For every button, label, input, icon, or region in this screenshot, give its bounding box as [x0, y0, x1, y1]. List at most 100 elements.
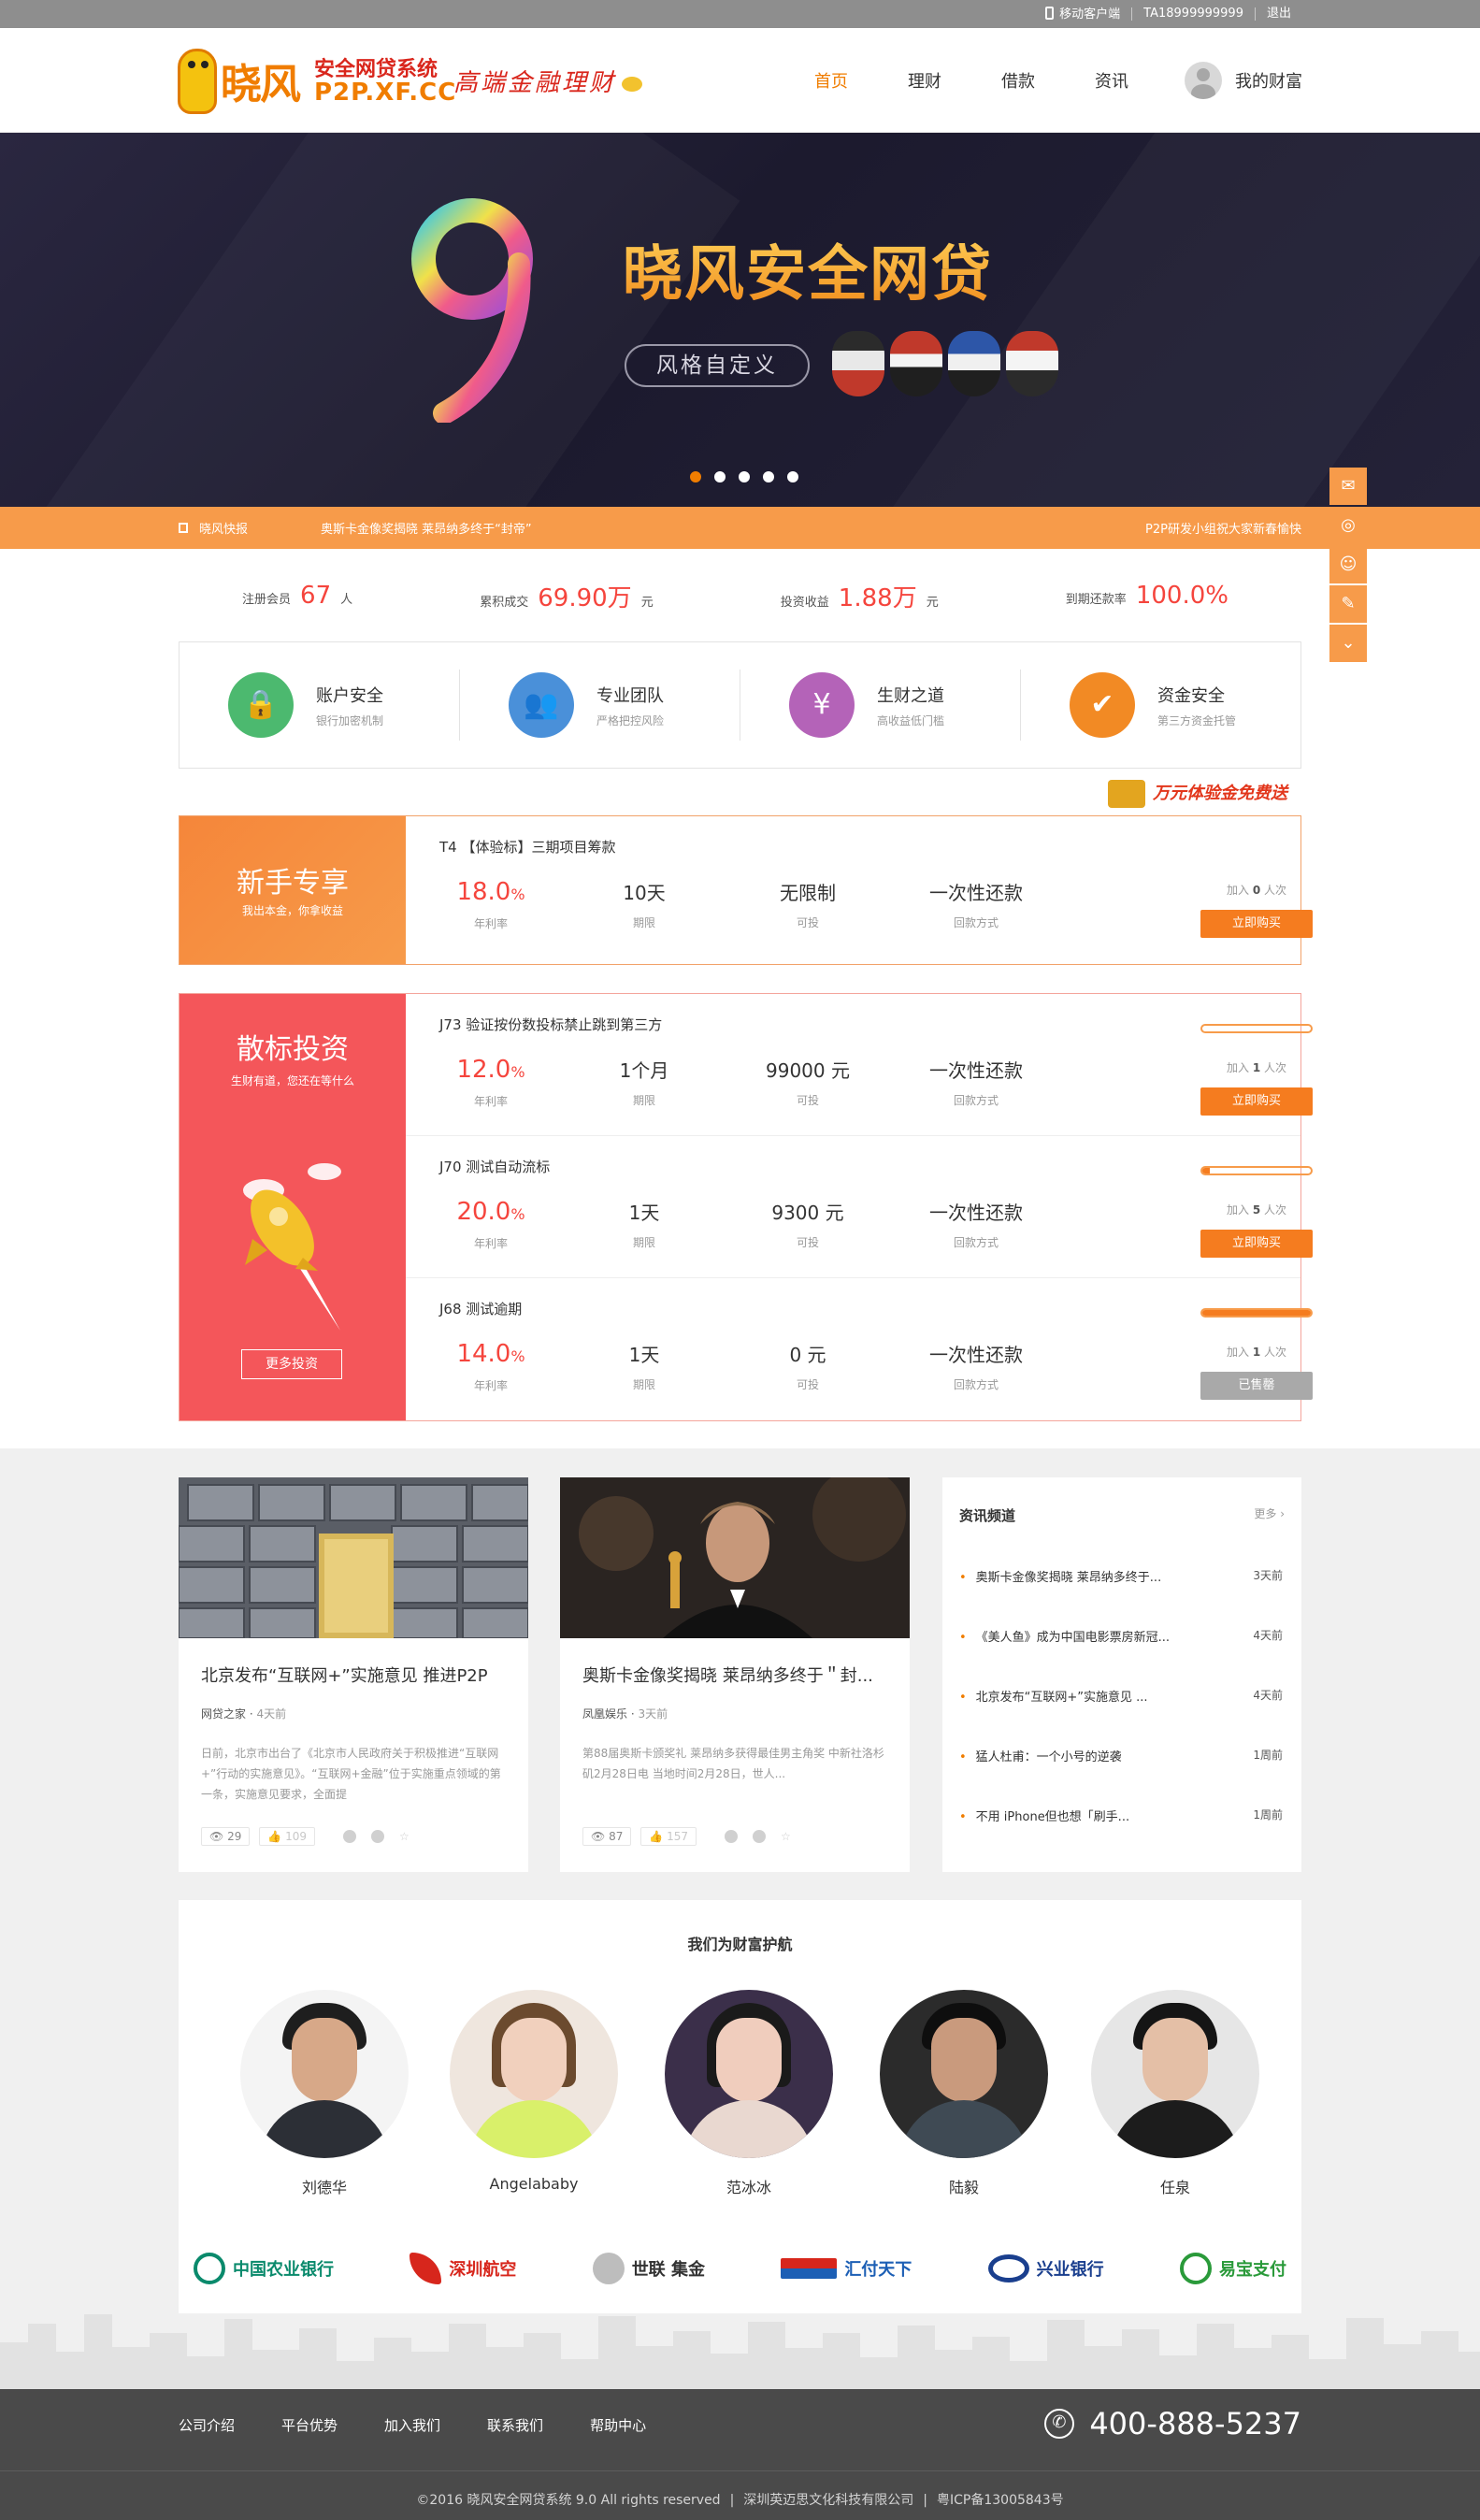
footer-link[interactable]: 帮助中心 [590, 2415, 646, 2435]
carousel-dot[interactable] [787, 471, 798, 482]
like-button[interactable]: 👍 157 [640, 1827, 697, 1846]
news-image [179, 1477, 528, 1638]
features: 🔒 账户安全 银行加密机制 👥 专业团队 严格把控风险 ¥ 生财之道 高收益低门槛 ✔… [179, 641, 1301, 769]
nav-invest[interactable]: 理财 [908, 68, 941, 93]
footer-link[interactable]: 公司介绍 [179, 2415, 235, 2435]
news-card[interactable]: 奥斯卡金像奖揭晓 莱昂纳多终于＂封... 凤凰娱乐 · 3天前 第88届奥斯卡颁… [560, 1477, 910, 1872]
feature-wealth: ¥ 生财之道 高收益低门槛 [740, 670, 1021, 741]
product-row[interactable]: J73 验证按份数投标禁止跳到第三方 12.0% 年利率 1个月 期限 99000 … [406, 994, 1313, 1136]
celebrity-card[interactable]: Angelababy [448, 1990, 620, 2193]
footer-link[interactable]: 加入我们 [384, 2415, 440, 2435]
carousel-dot[interactable] [714, 471, 726, 482]
wechat-icon[interactable]: ✉ [1329, 468, 1367, 505]
buy-button[interactable]: 立即购买 [1200, 1230, 1313, 1258]
newbie-subtitle: 我出本金，你拿收益 [241, 904, 343, 917]
abc-bank-icon [194, 2253, 225, 2284]
product-row[interactable]: T4 【体验标】三期项目筹款 18.0% 年利率 10天 期限 无限制 可投 一次性还… [406, 816, 1313, 964]
feature-fund-safety: ✔ 资金安全 第三方资金托管 [1021, 670, 1300, 741]
news-list-item[interactable]: 《美人鱼》成为中国电影票房新冠...4天前 [959, 1627, 1283, 1687]
news-list-item[interactable]: 不用 iPhone但也想「刷手...1周前 [959, 1807, 1283, 1866]
user-account-link[interactable]: TA18999999999 [1132, 7, 1255, 21]
partner-logo[interactable]: 中国农业银行 [194, 2253, 334, 2284]
carousel-dot[interactable] [739, 471, 750, 482]
top-bar: 移动客户端 TA18999999999 退出 [0, 0, 1480, 28]
mascot-icon [178, 49, 217, 114]
yeepay-icon [1180, 2253, 1212, 2284]
partner-logo[interactable]: 易宝支付 [1180, 2253, 1286, 2284]
mobile-client-link[interactable]: 移动客户端 [1034, 7, 1131, 22]
edit-icon[interactable]: ✎ [1329, 585, 1367, 623]
footer-link[interactable]: 平台优势 [281, 2415, 338, 2435]
celebrity-card[interactable]: 任泉 [1089, 1990, 1261, 2197]
news-list-item[interactable]: 北京发布“互联网+”实施意见 ...4天前 [959, 1687, 1283, 1747]
stat-volume: 累积成交 69.90万元 [480, 583, 654, 612]
opera-mask-icon [890, 331, 942, 396]
partner-logo[interactable]: 深圳航空 [410, 2253, 516, 2284]
buy-button[interactable]: 立即购买 [1200, 1087, 1313, 1116]
join-count: 加入 5 人次 [1226, 1203, 1287, 1217]
wechat-share-icon[interactable] [371, 1830, 385, 1843]
newbie-section: 新手专享 我出本金，你拿收益 T4 【体验标】三期项目筹款 18.0% 年利率 1… [179, 815, 1313, 965]
platform-stats: 注册会员 67 人 累积成交 69.90万元 投资收益 1.88万元 到期还款率 100.… [179, 572, 1301, 619]
sold-out-button[interactable]: 已售罄 [1200, 1372, 1313, 1400]
shield-icon: ✔ [1070, 672, 1135, 738]
nav-home[interactable]: 首页 [814, 68, 848, 93]
my-wealth-link[interactable]: 我的财富 [1185, 62, 1302, 99]
money-bag-icon: ¥ [789, 672, 855, 738]
like-button[interactable]: 👍 109 [259, 1827, 316, 1846]
stat-members: 注册会员 67 人 [242, 582, 353, 610]
feature-account-security: 🔒 账户安全 银行加密机制 [180, 670, 460, 741]
invest-subtitle: 生财有道，您还在等什么 [230, 1074, 354, 1087]
promo-banner[interactable]: 万元体验金免费送 [1108, 780, 1287, 808]
carousel-dot[interactable] [763, 471, 774, 482]
buy-button[interactable]: 立即购买 [1200, 910, 1313, 938]
ticker-text[interactable]: 奥斯卡金像奖揭晓 莱昂纳多终于“封帝” [321, 519, 532, 537]
celebrity-card[interactable]: 陆毅 [878, 1990, 1050, 2197]
weibo-icon[interactable]: ◎ [1329, 507, 1367, 544]
product-row[interactable]: J70 测试自动流标 20.0% 年利率 1天 期限 9300 元可投 一次性还款回… [406, 1136, 1313, 1278]
favorite-icon[interactable]: ☆ [399, 1830, 410, 1843]
qq-icon[interactable]: ☺ [1329, 546, 1367, 583]
celebrity-card[interactable]: 刘德华 [238, 1990, 410, 2197]
partner-logo[interactable]: 汇付天下 [781, 2256, 912, 2281]
logout-link[interactable]: 退出 [1256, 7, 1302, 21]
speaker-icon [179, 523, 188, 533]
partner-logo[interactable]: 世联 集金 [592, 2253, 705, 2284]
product-row[interactable]: J68 测试逾期 14.0% 年利率 1天 期限 0 元可投 一次性还款 回款方式 加… [406, 1278, 1313, 1420]
ticker-right[interactable]: P2P研发小组祝大家新春愉快 [1145, 519, 1301, 537]
nav-borrow[interactable]: 借款 [1001, 68, 1035, 93]
carousel-dot[interactable] [690, 471, 701, 482]
wechat-share-icon[interactable] [753, 1830, 767, 1843]
shenzhen-airlines-icon [410, 2253, 442, 2284]
phone-icon [1045, 7, 1055, 20]
opera-mask-icon [1006, 331, 1058, 396]
more-invest-button[interactable]: 更多投资 [241, 1349, 342, 1379]
city-skyline-graphic [0, 2314, 1480, 2389]
news-list-item[interactable]: 奥斯卡金像奖揭晓 莱昂纳多终于...3天前 [959, 1567, 1283, 1627]
footer-link[interactable]: 联系我们 [487, 2415, 543, 2435]
weibo-share-icon[interactable] [725, 1830, 739, 1843]
celebrity-card[interactable]: 范冰冰 [663, 1990, 835, 2197]
team-icon: 👥 [509, 672, 574, 738]
partner-logo[interactable]: 兴业银行 [987, 2254, 1104, 2282]
view-count: 👁 87 [582, 1827, 632, 1846]
join-count: 加入 1 人次 [1226, 1061, 1287, 1074]
celebrity-photo [1091, 1990, 1259, 2158]
weibo-share-icon[interactable] [343, 1830, 357, 1843]
stat-earnings: 投资收益 1.88万元 [780, 583, 939, 612]
carousel-dots [690, 471, 798, 482]
invest-side-panel: 散标投资 生财有道，您还在等什么 更多投资 [180, 994, 406, 1420]
chinapnr-icon [781, 2258, 838, 2279]
logo[interactable]: 晓风 安全网贷系统 P2P.XF.CC [178, 45, 455, 116]
favorite-icon[interactable]: ☆ [781, 1830, 791, 1843]
feature-team: 👥 专业团队 严格把控风险 [460, 670, 740, 741]
more-news-link[interactable]: 更多 › [1254, 1505, 1285, 1525]
news-channel: 资讯频道 更多 › 奥斯卡金像奖揭晓 莱昂纳多终于...3天前 《美人鱼》成为中国… [942, 1477, 1301, 1872]
newbie-side-panel: 新手专享 我出本金，你拿收益 [180, 816, 406, 964]
hero-banner[interactable]: 晓风安全网贷 风格自定义 [0, 133, 1480, 507]
opera-mask-icon [948, 331, 1000, 396]
news-card[interactable]: 北京发布“互联网+”实施意见 推进P2P 网贷之家 · 4天前 日前，北京市出台… [179, 1477, 528, 1872]
chevron-down-icon[interactable]: ⌄ [1329, 625, 1367, 662]
nav-news[interactable]: 资讯 [1095, 68, 1128, 93]
news-list-item[interactable]: 猛人杜甫：一个小号的逆袭1周前 [959, 1747, 1283, 1807]
